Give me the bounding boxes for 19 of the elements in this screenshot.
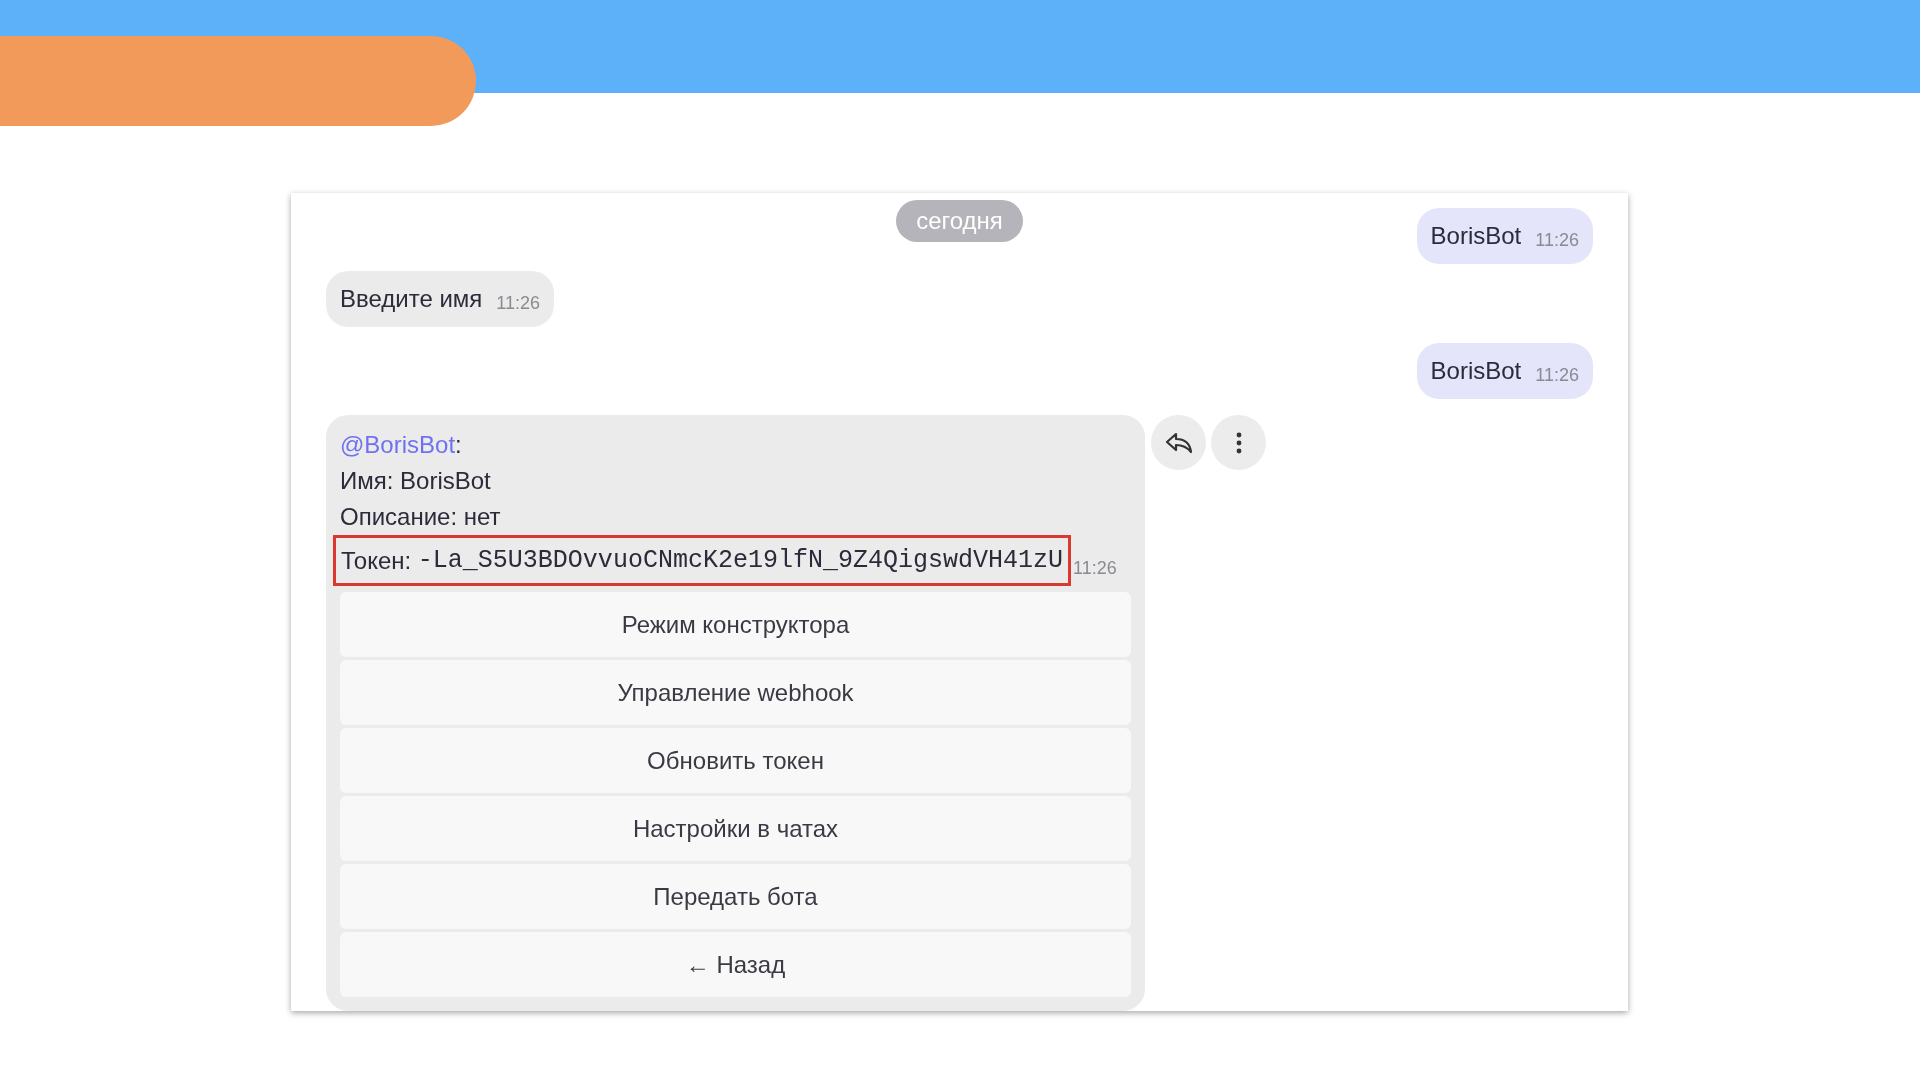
message-time: 11:26 (1072, 557, 1117, 580)
message-text: Описание: нет (340, 502, 502, 532)
token-text: Токен: -La_S5U3BDOvvuoCNmcK2e19lfN_9Z4QigswdVH41zU (333, 535, 1071, 586)
reply-arrow-icon (1164, 430, 1193, 455)
vertical-dots-icon (1235, 431, 1242, 454)
bot-keyboard-button[interactable]: Передать бота (340, 864, 1131, 929)
bot-keyboard-button[interactable]: Режим конструктора (340, 592, 1131, 657)
message-text: @BorisBot: (340, 430, 463, 460)
bot-keyboard-button[interactable]: Управление webhook (340, 660, 1131, 725)
bot-keyboard-button[interactable]: ← Назад (340, 932, 1131, 997)
message-time: 11:26 (1535, 228, 1579, 252)
message-text: BorisBot (1430, 356, 1522, 386)
bot-keyboard-button[interactable]: Настройки в чатах (340, 796, 1131, 861)
bot-keyboard-button[interactable]: Обновить токен (340, 728, 1131, 793)
message-text: Введите имя (340, 284, 483, 314)
message-text: BorisBot (1430, 221, 1522, 251)
message-time: 11:26 (496, 291, 541, 315)
message-text: Имя: BorisBot (340, 466, 492, 496)
message-time: 11:26 (1535, 363, 1579, 387)
